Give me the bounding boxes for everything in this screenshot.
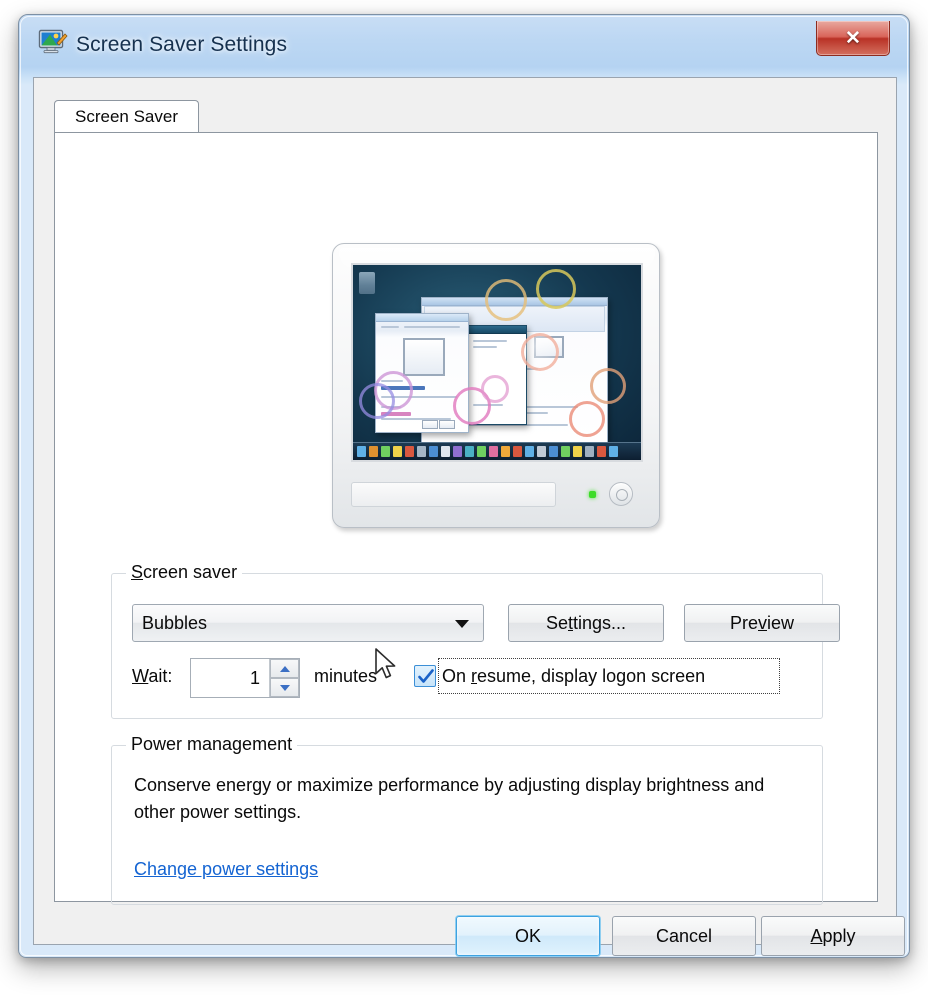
power-management-group: Power management Conserve energy or maxi… [111,734,823,905]
wait-minutes-value[interactable]: 1 [191,659,265,697]
preview-button-label: Preview [729,612,795,633]
bubble [536,269,576,309]
power-management-description: Conserve energy or maximize performance … [134,775,765,823]
title-bar[interactable]: Screen Saver Settings ✕ [19,15,909,77]
screen-saver-settings-window: Screen Saver Settings ✕ Screen Saver Scr… [18,14,910,958]
wait-stepper-buttons [269,659,299,697]
screen-saver-group: Screen saver Bubbles Settings... Preview… [111,562,840,719]
dialog-client-area: Screen Saver Screen saver Bubbles Settin… [33,77,905,956]
bubble [569,401,605,437]
monitor-power-button-icon [609,482,633,506]
wait-label: Wait: [132,666,173,686]
bubble [521,333,559,371]
bubble [359,383,395,419]
monitor-base [351,476,643,510]
bubble [485,279,527,321]
on-resume-checkbox-label: On resume, display logon screen [442,665,706,686]
screen-saver-monitor-icon [38,29,68,55]
monitor-screen [351,263,643,462]
monitor-slot [351,482,556,507]
monitor-body [332,243,660,528]
chevron-down-icon [455,620,469,628]
cancel-button[interactable]: Cancel [612,916,756,956]
screen-saver-selected-value: Bubbles [142,612,208,633]
tab-panel-screen-saver: Screen saver Bubbles Settings... Preview… [54,132,878,905]
ok-button[interactable]: OK [456,916,600,956]
power-led-icon [589,491,596,498]
power-management-group-title: Power management [126,734,298,755]
screenshot-root: Screen Saver Settings ✕ Screen Saver Scr… [0,0,928,1000]
preview-button[interactable]: Preview [684,604,840,642]
monitor-preview [332,243,662,533]
stepper-up-button[interactable] [270,659,299,678]
change-power-settings-link[interactable]: Change power settings [134,859,318,880]
apply-button-label: Apply [810,925,856,946]
ok-button-label: OK [514,925,541,946]
wait-minutes-stepper[interactable]: 1 [190,658,300,698]
cancel-button-label: Cancel [655,925,713,946]
window-title: Screen Saver Settings [76,33,288,56]
tab-label: Screen Saver [75,107,178,126]
triangle-down-icon [279,684,290,691]
close-icon: ✕ [845,27,861,49]
desktop-icon [359,272,375,294]
screen-saver-select[interactable]: Bubbles [132,604,484,642]
bubble [590,368,626,404]
apply-button[interactable]: Apply [761,916,905,956]
triangle-up-icon [279,665,290,672]
minutes-label: minutes [314,666,378,686]
preview-taskbar [353,442,641,460]
tab-screen-saver[interactable]: Screen Saver [54,100,199,133]
stepper-down-button[interactable] [270,678,299,697]
settings-button-label: Settings... [545,612,627,633]
settings-button[interactable]: Settings... [508,604,664,642]
preview-thumbnail [403,338,445,376]
checkbox-checked-icon [414,665,436,687]
tab-strip: Screen Saver [54,100,878,133]
on-resume-checkbox[interactable]: On resume, display logon screen [414,657,705,695]
close-button[interactable]: ✕ [816,21,890,56]
bubble [481,375,509,403]
screen-saver-group-title: Screen saver [126,562,243,583]
